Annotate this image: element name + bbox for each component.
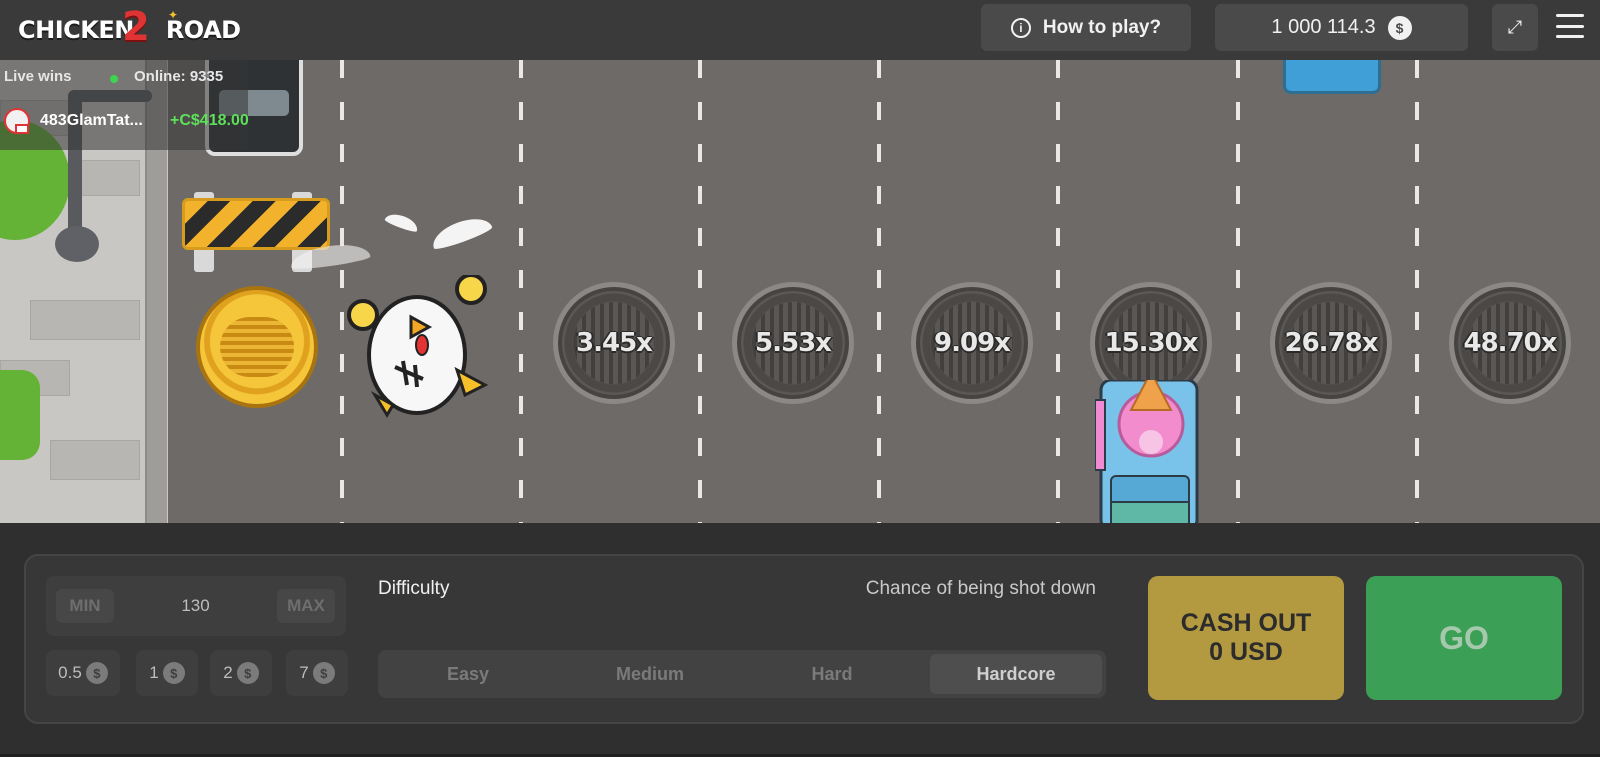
multiplier-value: 3.45x (576, 328, 653, 358)
paving-brick (50, 440, 140, 480)
how-to-play-label: How to play? (1042, 16, 1162, 38)
chip-value: 7 (299, 663, 309, 682)
lane-line (698, 60, 702, 523)
fullscreen-icon: ⤢ (1507, 17, 1523, 37)
difficulty-hardcore[interactable]: Hardcore (930, 654, 1102, 694)
cash-out-label: CASH OUT (1180, 609, 1312, 637)
roast-chicken-icon (220, 317, 294, 377)
quick-bet-chip[interactable]: 7 $ (286, 650, 348, 696)
bus (1283, 60, 1381, 94)
hamburger-menu-button[interactable] (1556, 14, 1584, 38)
bottom-controls: MIN 130 MAX 0.5 $ 1 $ 2 $ 7 $ Difficulty… (0, 523, 1600, 757)
chip-value: 2 (223, 663, 233, 682)
game-logo: CHICKEN ROAD 2 ✦ (18, 4, 241, 50)
info-icon: i (1010, 17, 1031, 38)
dollar-coin-icon: $ (236, 662, 259, 684)
bet-amount-box: MIN 130 MAX (46, 576, 346, 636)
live-wins-panel: Live wins Online: 9335 483GlamTat... +C$… (0, 60, 249, 150)
live-wins-label: Live wins (4, 68, 72, 85)
lane-line (1056, 60, 1060, 523)
canada-flag-icon (15, 124, 29, 134)
chip-value: 1 (149, 663, 159, 682)
cash-out-amount: 0 USD (1209, 638, 1283, 666)
difficulty-easy[interactable]: Easy (382, 654, 554, 694)
logo-text-left: CHICKEN (18, 16, 134, 44)
logo-spark-icon: ✦ (168, 8, 179, 22)
logo-two: 2 (122, 4, 150, 50)
dollar-coin-icon: $ (1387, 15, 1412, 40)
multiplier-value: 48.70x (1463, 328, 1557, 358)
start-coin-icon (196, 286, 318, 408)
dollar-coin-icon: $ (85, 662, 108, 684)
menu-bar (1556, 35, 1584, 38)
quick-bet-chip[interactable]: 0.5 $ (46, 650, 120, 696)
dollar-coin-icon: $ (162, 662, 185, 684)
difficulty-medium[interactable]: Medium (564, 654, 736, 694)
win-amount: +C$418.00 (170, 112, 249, 129)
bet-amount-input[interactable]: 130 (114, 589, 277, 623)
ice-cream-truck (1095, 380, 1199, 523)
quick-bet-chip[interactable]: 2 $ (210, 650, 272, 696)
lane-line (877, 60, 881, 523)
multiplier-manhole[interactable]: 26.78x (1270, 282, 1392, 404)
lane-line (340, 60, 344, 523)
menu-bar (1556, 14, 1584, 17)
how-to-play-button[interactable]: i How to play? (981, 4, 1191, 51)
balance-amount: 1 000 114.3 (1271, 16, 1376, 38)
feather-icon (383, 210, 421, 234)
multiplier-value: 5.53x (755, 328, 832, 358)
chip-value: 0.5 (58, 663, 82, 682)
online-status-dot-icon (110, 75, 118, 83)
street-lamp-base (55, 226, 99, 262)
dollar-coin-icon: $ (312, 662, 335, 684)
multiplier-value: 9.09x (934, 328, 1011, 358)
paving-brick (30, 300, 140, 340)
lane-line (519, 60, 523, 523)
difficulty-selector: Easy Medium Hard Hardcore (378, 650, 1106, 698)
bet-panel: MIN 130 MAX 0.5 $ 1 $ 2 $ 7 $ Difficulty… (24, 554, 1584, 724)
difficulty-hard[interactable]: Hard (746, 654, 918, 694)
winner-username: 483GlamTat... (40, 112, 143, 129)
multiplier-manhole[interactable]: 3.45x (553, 282, 675, 404)
bush (0, 370, 40, 460)
chance-label: Chance of being shot down (865, 578, 1096, 599)
lane-line (1415, 60, 1419, 523)
lane-line (1236, 60, 1240, 523)
multiplier-value: 15.30x (1104, 328, 1198, 358)
online-count: Online: 9335 (134, 68, 224, 85)
multiplier-manhole[interactable]: 9.09x (911, 282, 1033, 404)
road-barrier (182, 198, 330, 250)
go-button[interactable]: GO (1366, 576, 1562, 700)
max-bet-button[interactable]: MAX (277, 589, 335, 623)
game-app: CHICKEN ROAD 2 ✦ i How to play? 1 000 11… (0, 0, 1600, 757)
balance-display: 1 000 114.3 $ (1215, 4, 1468, 51)
multiplier-manhole[interactable]: 48.70x (1449, 282, 1571, 404)
multiplier-manhole[interactable]: 5.53x (732, 282, 854, 404)
cash-out-button[interactable]: CASH OUT 0 USD (1148, 576, 1344, 700)
quick-bet-chip[interactable]: 1 $ (136, 650, 198, 696)
multiplier-value: 26.78x (1284, 328, 1378, 358)
chicken-character (347, 275, 489, 418)
feather-icon (428, 212, 494, 252)
fullscreen-button[interactable]: ⤢ (1492, 4, 1538, 51)
top-bar: CHICKEN ROAD 2 ✦ i How to play? 1 000 11… (0, 0, 1600, 60)
menu-bar (1556, 24, 1584, 28)
difficulty-label: Difficulty (378, 578, 450, 599)
min-bet-button[interactable]: MIN (56, 589, 114, 623)
